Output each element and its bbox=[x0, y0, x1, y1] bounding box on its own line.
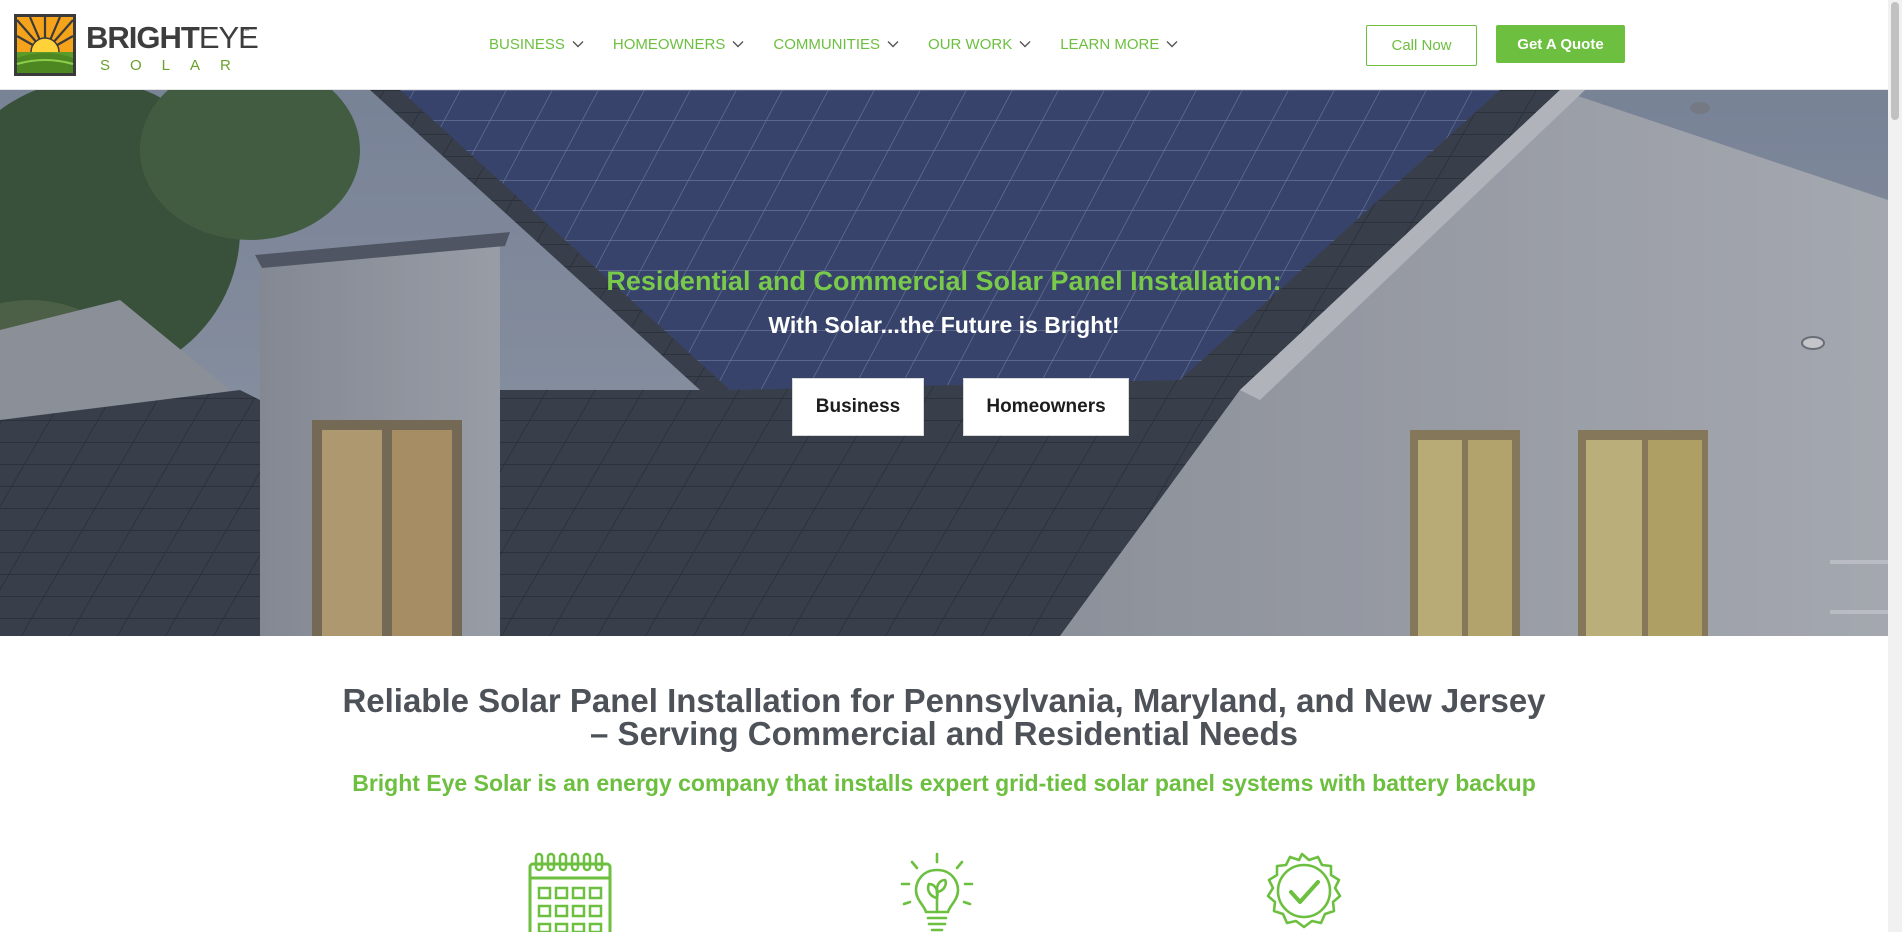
hero-subtitle: With Solar...the Future is Bright! bbox=[768, 312, 1120, 338]
brand-name: BRIGHTEYE bbox=[86, 20, 259, 55]
nav-item-learn-more[interactable]: LEARN MORE bbox=[1060, 34, 1178, 54]
hero-overlay bbox=[0, 90, 1888, 636]
hero-section: Residential and Commercial Solar Panel I… bbox=[0, 90, 1888, 636]
intro-subtitle: Bright Eye Solar is an energy company th… bbox=[352, 770, 1536, 796]
nav-item-label: COMMUNITIES bbox=[773, 35, 881, 53]
call-now-button[interactable]: Call Now bbox=[1366, 25, 1477, 66]
page-scrollbar[interactable] bbox=[1888, 0, 1902, 932]
brand-subname: SOLAR bbox=[100, 57, 251, 74]
chevron-down-icon bbox=[1166, 41, 1178, 48]
intro-title: Reliable Solar Panel Installation for Pe… bbox=[342, 682, 1546, 752]
hero-title: Residential and Commercial Solar Panel I… bbox=[606, 266, 1282, 296]
nav-item-business[interactable]: BUSINESS bbox=[489, 34, 584, 54]
chevron-down-icon bbox=[732, 41, 744, 48]
site-header: BRIGHTEYE ™ SOLAR BUSINESS HOMEOWNERS CO… bbox=[0, 0, 1888, 90]
brand-name-bold: BRIGHT bbox=[86, 20, 200, 55]
chevron-down-icon bbox=[887, 41, 899, 48]
scrollbar-thumb[interactable] bbox=[1891, 2, 1899, 120]
main-nav: BUSINESS HOMEOWNERS COMMUNITIES OUR WORK… bbox=[489, 34, 1207, 54]
nav-item-label: BUSINESS bbox=[489, 35, 565, 53]
lightbulb-leaf-icon bbox=[900, 852, 974, 932]
rising-sun-logo-icon bbox=[14, 14, 76, 76]
nav-item-label: OUR WORK bbox=[928, 35, 1013, 53]
nav-item-label: HOMEOWNERS bbox=[612, 35, 726, 53]
nav-item-our-work[interactable]: OUR WORK bbox=[928, 34, 1031, 54]
brand-logo[interactable]: BRIGHTEYE ™ SOLAR bbox=[14, 14, 259, 76]
calendar-icon bbox=[528, 852, 612, 932]
get-a-quote-button[interactable]: Get A Quote bbox=[1496, 25, 1625, 63]
business-button[interactable]: Business bbox=[792, 378, 924, 436]
chevron-down-icon bbox=[572, 41, 584, 48]
trademark-mark: ™ bbox=[242, 28, 249, 35]
nav-item-homeowners[interactable]: HOMEOWNERS bbox=[613, 34, 745, 54]
nav-item-label: LEARN MORE bbox=[1060, 35, 1160, 53]
nav-item-communities[interactable]: COMMUNITIES bbox=[773, 34, 899, 54]
certified-badge-icon bbox=[1266, 852, 1342, 929]
homeowners-button[interactable]: Homeowners bbox=[963, 378, 1129, 436]
chevron-down-icon bbox=[1019, 41, 1031, 48]
brand-name-thin: EYE bbox=[198, 20, 259, 55]
